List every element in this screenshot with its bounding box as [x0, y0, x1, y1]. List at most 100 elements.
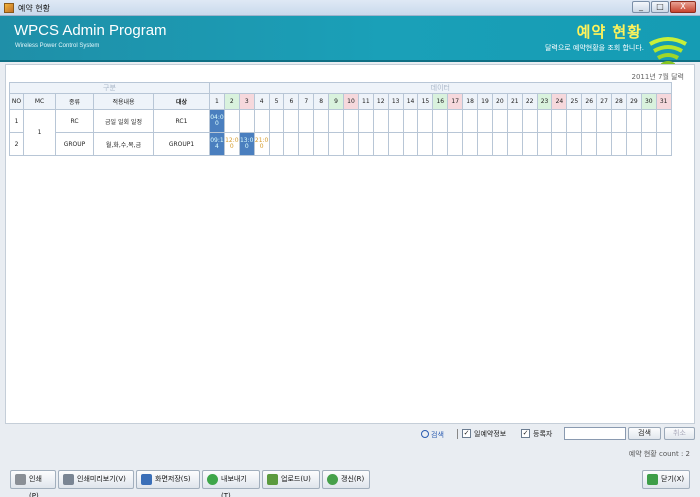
empty-day-cell[interactable] — [268, 132, 285, 156]
day-header[interactable]: 24 — [551, 93, 568, 110]
empty-day-cell[interactable] — [298, 109, 315, 133]
empty-day-cell[interactable] — [477, 109, 493, 133]
empty-day-cell[interactable] — [551, 132, 568, 156]
empty-day-cell[interactable] — [625, 132, 642, 156]
day-header[interactable]: 11 — [357, 93, 374, 110]
empty-day-cell[interactable] — [343, 109, 359, 133]
save-screen-button[interactable]: 화면저장(S) — [136, 470, 200, 489]
minimize-button[interactable]: _ — [632, 1, 650, 13]
print-button[interactable]: 인쇄(P) — [10, 470, 56, 497]
refresh-button[interactable]: 갱신(R) — [322, 470, 370, 489]
column-header-content[interactable]: 적용내용 — [93, 93, 154, 110]
day-header[interactable]: 3 — [238, 93, 255, 110]
registrant-checkbox[interactable]: ✓ — [521, 429, 530, 438]
empty-day-cell[interactable] — [417, 132, 434, 156]
day-header[interactable]: 21 — [506, 93, 523, 110]
day-header[interactable]: 20 — [491, 93, 508, 110]
empty-day-cell[interactable] — [447, 132, 464, 156]
daily-reservation-checkbox[interactable]: ✓ — [462, 429, 471, 438]
empty-day-cell[interactable] — [536, 132, 553, 156]
day-header[interactable]: 28 — [611, 93, 627, 110]
empty-day-cell[interactable] — [596, 109, 613, 133]
empty-day-cell[interactable] — [432, 132, 449, 156]
search-button[interactable]: 검색 — [628, 427, 661, 440]
booking-cell[interactable]: 09:1 4 — [209, 132, 225, 156]
empty-day-cell[interactable] — [328, 132, 345, 156]
day-header[interactable]: 23 — [536, 93, 553, 110]
booking-cell[interactable]: 21:0 0 — [253, 132, 270, 156]
empty-day-cell[interactable] — [223, 109, 240, 133]
empty-day-cell[interactable] — [566, 132, 583, 156]
table-row[interactable]: 1 1 RC 금일 일회 일정 RC1 04:0 0 — [9, 109, 672, 156]
booking-cell[interactable]: 12:0 0 — [223, 132, 240, 156]
column-header-type[interactable]: 종류 — [55, 93, 94, 110]
empty-day-cell[interactable] — [343, 132, 359, 156]
column-header-no[interactable]: NO — [9, 93, 24, 110]
empty-day-cell[interactable] — [238, 109, 255, 133]
day-header[interactable]: 25 — [566, 93, 583, 110]
search-input[interactable] — [564, 427, 626, 440]
day-header[interactable]: 15 — [417, 93, 434, 110]
empty-day-cell[interactable] — [655, 109, 672, 133]
column-header-target[interactable]: 대상 — [153, 93, 210, 110]
day-header[interactable]: 6 — [283, 93, 300, 110]
day-header[interactable]: 26 — [581, 93, 598, 110]
upload-button[interactable]: 업로드(U) — [262, 470, 320, 489]
empty-day-cell[interactable] — [477, 132, 493, 156]
booking-cell[interactable]: 04:0 0 — [209, 109, 225, 133]
empty-day-cell[interactable] — [521, 109, 538, 133]
day-header[interactable]: 22 — [521, 93, 538, 110]
empty-day-cell[interactable] — [298, 132, 315, 156]
empty-day-cell[interactable] — [313, 109, 330, 133]
empty-day-cell[interactable] — [462, 109, 479, 133]
day-header[interactable]: 19 — [477, 93, 493, 110]
day-header[interactable]: 8 — [313, 93, 330, 110]
day-header[interactable]: 12 — [372, 93, 389, 110]
empty-day-cell[interactable] — [566, 109, 583, 133]
empty-day-cell[interactable] — [447, 109, 464, 133]
booking-cell[interactable]: 13:0 0 — [238, 132, 255, 156]
empty-day-cell[interactable] — [655, 132, 672, 156]
empty-day-cell[interactable] — [581, 132, 598, 156]
print-preview-button[interactable]: 인쇄미리보기(V) — [58, 470, 134, 489]
empty-day-cell[interactable] — [506, 132, 523, 156]
column-header-mc[interactable]: MC — [23, 93, 56, 110]
search-link[interactable]: 검색 — [421, 430, 444, 440]
empty-day-cell[interactable] — [283, 132, 300, 156]
day-header[interactable]: 16 — [432, 93, 449, 110]
day-header[interactable]: 13 — [387, 93, 404, 110]
empty-day-cell[interactable] — [402, 132, 419, 156]
empty-day-cell[interactable] — [372, 132, 389, 156]
empty-day-cell[interactable] — [268, 109, 285, 133]
empty-day-cell[interactable] — [372, 109, 389, 133]
empty-day-cell[interactable] — [387, 132, 404, 156]
day-header[interactable]: 4 — [253, 93, 270, 110]
empty-day-cell[interactable] — [402, 109, 419, 133]
maximize-button[interactable]: □ — [651, 1, 669, 13]
empty-day-cell[interactable] — [283, 109, 300, 133]
day-header[interactable]: 2 — [223, 93, 240, 110]
day-header[interactable]: 30 — [640, 93, 657, 110]
day-header[interactable]: 9 — [328, 93, 345, 110]
empty-day-cell[interactable] — [506, 109, 523, 133]
empty-day-cell[interactable] — [581, 109, 598, 133]
empty-day-cell[interactable] — [536, 109, 553, 133]
day-header[interactable]: 1 — [209, 93, 225, 110]
close-button[interactable]: 닫기(X) — [642, 470, 690, 489]
day-header[interactable]: 17 — [447, 93, 464, 110]
cancel-button[interactable]: 취소 — [664, 427, 695, 440]
day-header[interactable]: 10 — [343, 93, 359, 110]
day-header[interactable]: 29 — [625, 93, 642, 110]
empty-day-cell[interactable] — [357, 109, 374, 133]
day-header[interactable]: 7 — [298, 93, 315, 110]
empty-day-cell[interactable] — [611, 132, 627, 156]
empty-day-cell[interactable] — [491, 132, 508, 156]
empty-day-cell[interactable] — [313, 132, 330, 156]
empty-day-cell[interactable] — [611, 109, 627, 133]
empty-day-cell[interactable] — [462, 132, 479, 156]
empty-day-cell[interactable] — [432, 109, 449, 133]
close-window-button[interactable]: X — [670, 1, 696, 13]
empty-day-cell[interactable] — [640, 132, 657, 156]
empty-day-cell[interactable] — [596, 132, 613, 156]
empty-day-cell[interactable] — [491, 109, 508, 133]
